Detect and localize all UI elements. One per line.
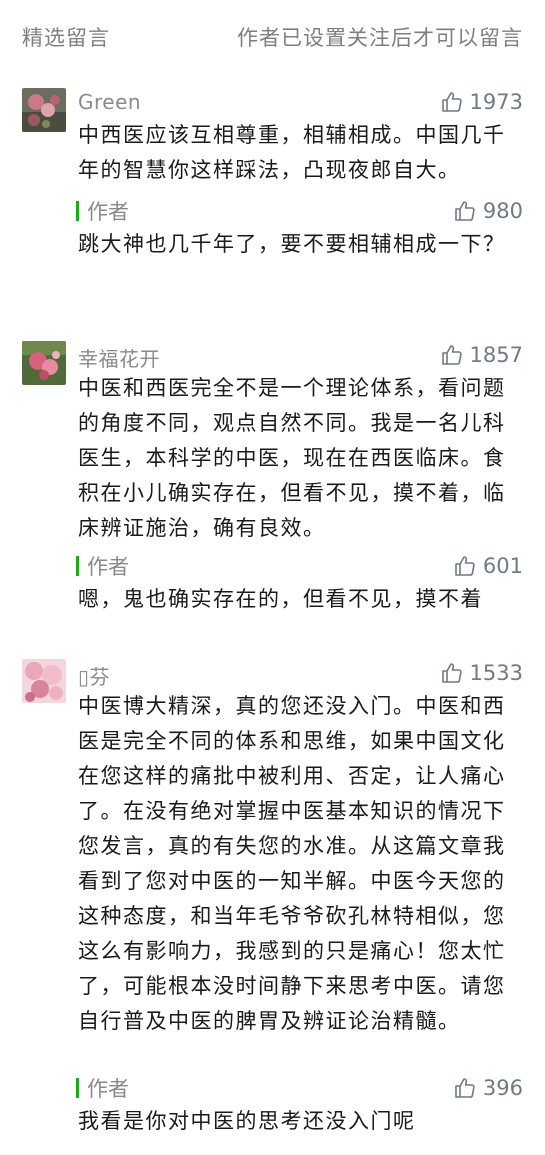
comment-nickname: 幸福花开 — [78, 347, 160, 371]
avatar[interactable] — [22, 88, 66, 132]
comment-text: 中医和西医完全不是一个理论体系，看问题的角度不同，观点自然不同。我是一名儿科医生… — [78, 376, 506, 540]
reply-text: 跳大神也几千年了，要不要相辅相成一下？ — [78, 232, 506, 256]
author-marker — [76, 1078, 79, 1098]
author-label: 作者 — [76, 552, 129, 580]
avatar[interactable] — [22, 659, 66, 703]
like-count: 1973 — [469, 90, 523, 114]
reply-text: 嗯，鬼也确实存在的，但看不见，摸不着 — [78, 587, 483, 611]
author-marker — [76, 556, 79, 576]
author-label-text: 作者 — [87, 200, 129, 224]
comment-text: 中医博大精深，真的您还没入门。中医和西医是完全不同的体系和思维，如果中国文化在您… — [78, 694, 506, 1033]
like-count: 601 — [482, 554, 523, 578]
reply-text: 我看是你对中医的思考还没入门呢 — [78, 1109, 416, 1133]
like-count: 1857 — [469, 343, 523, 367]
thumbs-up-icon — [441, 663, 462, 683]
thumbs-up-icon — [441, 92, 462, 112]
comment-restriction-notice: 作者已设置关注后才可以留言 — [237, 26, 523, 50]
comment-nickname: ▯芬 — [78, 665, 111, 689]
author-marker — [76, 201, 79, 221]
thumbs-up-icon — [441, 345, 462, 365]
author-label: 作者 — [76, 1074, 129, 1102]
comments-header: 精选留言 作者已设置关注后才可以留言 — [0, 0, 545, 70]
featured-comments-label: 精选留言 — [22, 26, 110, 50]
thumbs-up-icon — [455, 556, 475, 576]
comment-nickname: Green — [78, 90, 142, 114]
like-button[interactable]: 1533 — [440, 659, 523, 687]
thumbs-up-icon — [455, 201, 475, 221]
like-button[interactable]: 1973 — [440, 88, 523, 116]
comments-page: 精选留言 作者已设置关注后才可以留言 Green 1973 中西医应该互相尊重，… — [0, 0, 545, 1155]
like-button[interactable]: 980 — [453, 197, 523, 225]
avatar[interactable] — [22, 341, 66, 385]
like-count: 980 — [482, 199, 523, 223]
comment-text: 中西医应该互相尊重，相辅相成。中国几千年的智慧你这样踩法，凸现夜郎自大。 — [78, 123, 506, 182]
like-button[interactable]: 1857 — [440, 341, 523, 369]
like-count: 396 — [482, 1076, 523, 1100]
author-label-text: 作者 — [87, 1077, 129, 1101]
thumbs-up-icon — [455, 1078, 475, 1098]
like-button[interactable]: 601 — [453, 552, 523, 580]
author-label-text: 作者 — [87, 555, 129, 579]
author-label: 作者 — [76, 197, 129, 225]
like-button[interactable]: 396 — [453, 1074, 523, 1102]
like-count: 1533 — [469, 661, 523, 685]
